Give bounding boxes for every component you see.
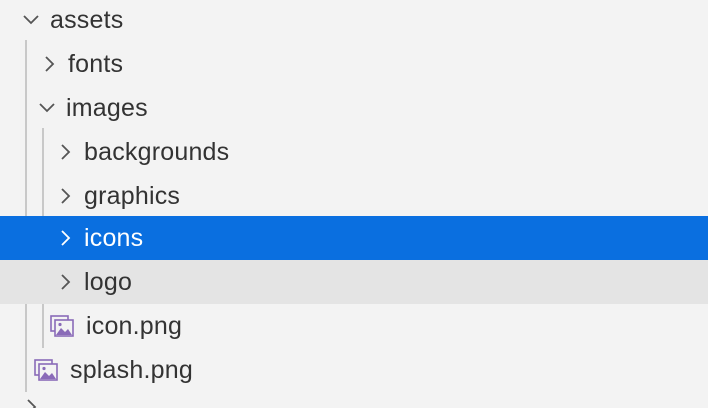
tree-item-label: images xyxy=(66,94,148,122)
tree-item-backgrounds[interactable]: backgrounds xyxy=(0,130,708,174)
file-explorer-tree: assets fonts images backgrounds graphics… xyxy=(0,0,708,408)
chevron-right-icon[interactable] xyxy=(56,187,74,205)
tree-item-label: icon.png xyxy=(86,312,183,340)
chevron-down-icon[interactable] xyxy=(22,11,40,29)
tree-item-label: splash.png xyxy=(70,356,193,384)
chevron-right-icon[interactable] xyxy=(22,398,40,408)
tree-item-logo[interactable]: logo xyxy=(0,260,708,304)
image-file-icon xyxy=(50,315,74,337)
chevron-right-icon[interactable] xyxy=(56,273,74,291)
chevron-down-icon[interactable] xyxy=(38,99,56,117)
tree-item-graphics[interactable]: graphics xyxy=(0,174,708,218)
chevron-right-icon[interactable] xyxy=(40,55,58,73)
chevron-right-icon[interactable] xyxy=(56,229,74,247)
tree-item-splash-png[interactable]: splash.png xyxy=(0,348,708,392)
tree-item-label: backgrounds xyxy=(84,138,230,166)
chevron-right-icon[interactable] xyxy=(56,143,74,161)
tree-item-icons[interactable]: icons xyxy=(0,216,708,260)
tree-item-label: icons xyxy=(84,224,144,252)
tree-item-images[interactable]: images xyxy=(0,86,708,130)
tree-item-assets[interactable]: assets xyxy=(0,0,708,42)
tree-item-fonts[interactable]: fonts xyxy=(0,42,708,86)
tree-item-label: fonts xyxy=(68,50,124,78)
image-file-icon xyxy=(34,359,58,381)
tree-item-label: graphics xyxy=(84,182,181,210)
tree-item-label: logo xyxy=(84,268,133,296)
tree-item-label: assets xyxy=(50,6,124,34)
tree-item-icon-png[interactable]: icon.png xyxy=(0,304,708,348)
